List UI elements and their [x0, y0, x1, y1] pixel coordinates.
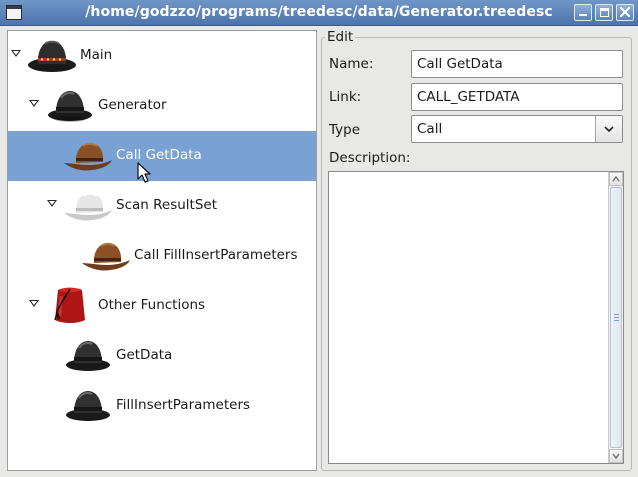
title-bar[interactable]: /home/godzzo/programs/treedesc/data/Gene…	[0, 0, 638, 26]
expand-arrow-icon[interactable]	[29, 300, 39, 307]
vertical-scrollbar[interactable]	[608, 172, 623, 463]
tree-item-other-functions[interactable]: Other Functions	[8, 281, 316, 331]
tree-item-main[interactable]: Main	[8, 31, 316, 81]
tree-item-label: Main	[80, 47, 113, 63]
grip-line	[614, 317, 619, 318]
description-label: Description:	[329, 150, 411, 166]
close-button[interactable]	[616, 4, 634, 21]
tree-item-scan-resultset[interactable]: Scan ResultSet	[8, 181, 316, 231]
expand-arrow-icon[interactable]	[11, 50, 21, 57]
minimize-icon	[579, 14, 587, 16]
tree-item-generator[interactable]: Generator	[8, 81, 316, 131]
close-icon	[619, 6, 631, 18]
tree-item-call-fillinsertparameters[interactable]: Call FillInsertParameters	[8, 231, 316, 281]
expand-arrow-icon[interactable]	[29, 100, 39, 107]
name-label: Name:	[329, 56, 374, 72]
link-field[interactable]: CALL_GETDATA	[411, 83, 623, 111]
grip-line	[614, 314, 619, 315]
tree-item-label: Generator	[98, 97, 167, 113]
mouse-pointer-icon	[137, 162, 151, 183]
black-bowler-hat-icon	[66, 391, 110, 421]
scroll-down-button[interactable]	[609, 449, 623, 463]
tree-item-getdata[interactable]: GetData	[8, 331, 316, 381]
chevron-down-icon	[604, 126, 614, 133]
window-title: /home/godzzo/programs/treedesc/data/Gene…	[85, 4, 553, 20]
tree-item-call-getdata[interactable]: Call GetData	[8, 131, 316, 181]
description-textarea[interactable]	[328, 171, 624, 464]
brown-cowboy-hat-icon	[82, 242, 130, 271]
brown-cowboy-hat-icon	[64, 142, 112, 171]
black-bowler-hat-icon	[66, 341, 110, 371]
tree-item-label: GetData	[116, 347, 173, 363]
tree-item-label: Other Functions	[98, 297, 206, 313]
edit-group-title: Edit	[325, 29, 356, 45]
white-cowboy-hat-icon	[64, 192, 112, 221]
tree-item-label: Scan ResultSet	[116, 197, 217, 213]
tree-item-label: Call GetData	[116, 147, 202, 163]
link-label: Link:	[329, 89, 362, 105]
chevron-down-icon	[612, 453, 620, 459]
tree-item-fillinsertparameters[interactable]: FillInsertParameters	[8, 381, 316, 431]
maximize-button[interactable]	[595, 4, 613, 21]
tree-view[interactable]: Main Generator Call GetData Scan ResultS…	[7, 30, 317, 471]
expand-arrow-icon[interactable]	[47, 200, 57, 207]
minimize-button[interactable]	[574, 4, 592, 21]
black-bowler-hat-icon	[48, 91, 92, 122]
type-label: Type	[329, 122, 361, 138]
chevron-up-icon	[612, 176, 620, 182]
tree-item-label: Call FillInsertParameters	[134, 247, 298, 263]
scroll-thumb[interactable]	[610, 187, 622, 448]
type-dropdown-button[interactable]	[595, 116, 622, 142]
scroll-up-button[interactable]	[609, 172, 623, 186]
black-cowboy-hat-icon	[28, 40, 76, 72]
maximize-icon	[600, 8, 609, 17]
red-fez-hat-icon	[54, 287, 85, 323]
tree-item-label: FillInsertParameters	[116, 397, 251, 413]
grip-line	[614, 320, 619, 321]
type-select-value: Call	[417, 121, 443, 137]
type-select[interactable]: Call	[411, 115, 623, 143]
name-field[interactable]: Call GetData	[411, 50, 623, 78]
